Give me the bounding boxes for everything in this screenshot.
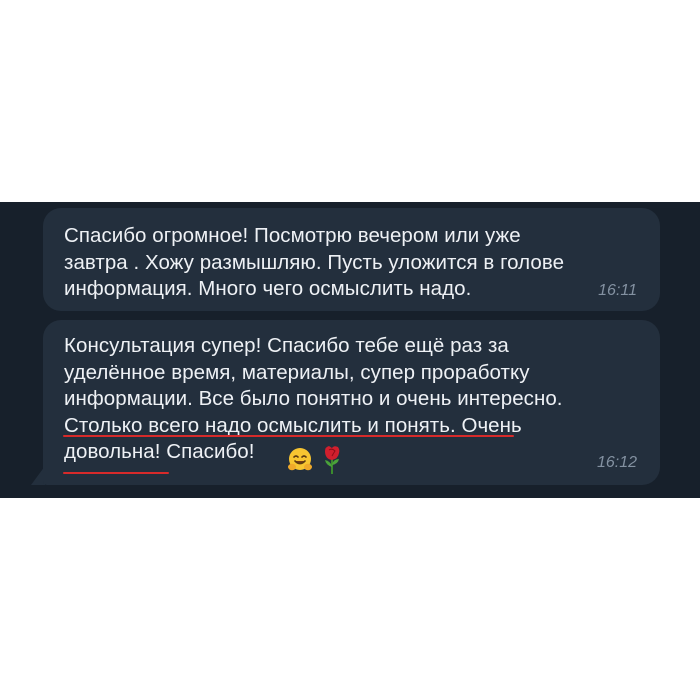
chat-area: Спасибо огромное! Посмотрю вечером или у… xyxy=(0,202,700,498)
hugging-face-emoji-icon xyxy=(288,448,312,471)
message-text: Спасибо огромное! Посмотрю вечером или у… xyxy=(64,224,565,300)
message-time: 16:11 xyxy=(598,282,637,299)
message-bubble[interactable]: Консультация супер! Спасибо тебе ещё раз… xyxy=(43,320,660,485)
highlight-underline xyxy=(63,472,169,474)
rose-emoji-icon xyxy=(325,446,340,474)
highlight-underline xyxy=(63,435,514,437)
message-text: Консультация супер! Спасибо тебе ещё раз… xyxy=(64,334,563,463)
message-time: 16:12 xyxy=(596,454,637,471)
message-bubble[interactable]: Спасибо огромное! Посмотрю вечером или у… xyxy=(43,208,660,311)
